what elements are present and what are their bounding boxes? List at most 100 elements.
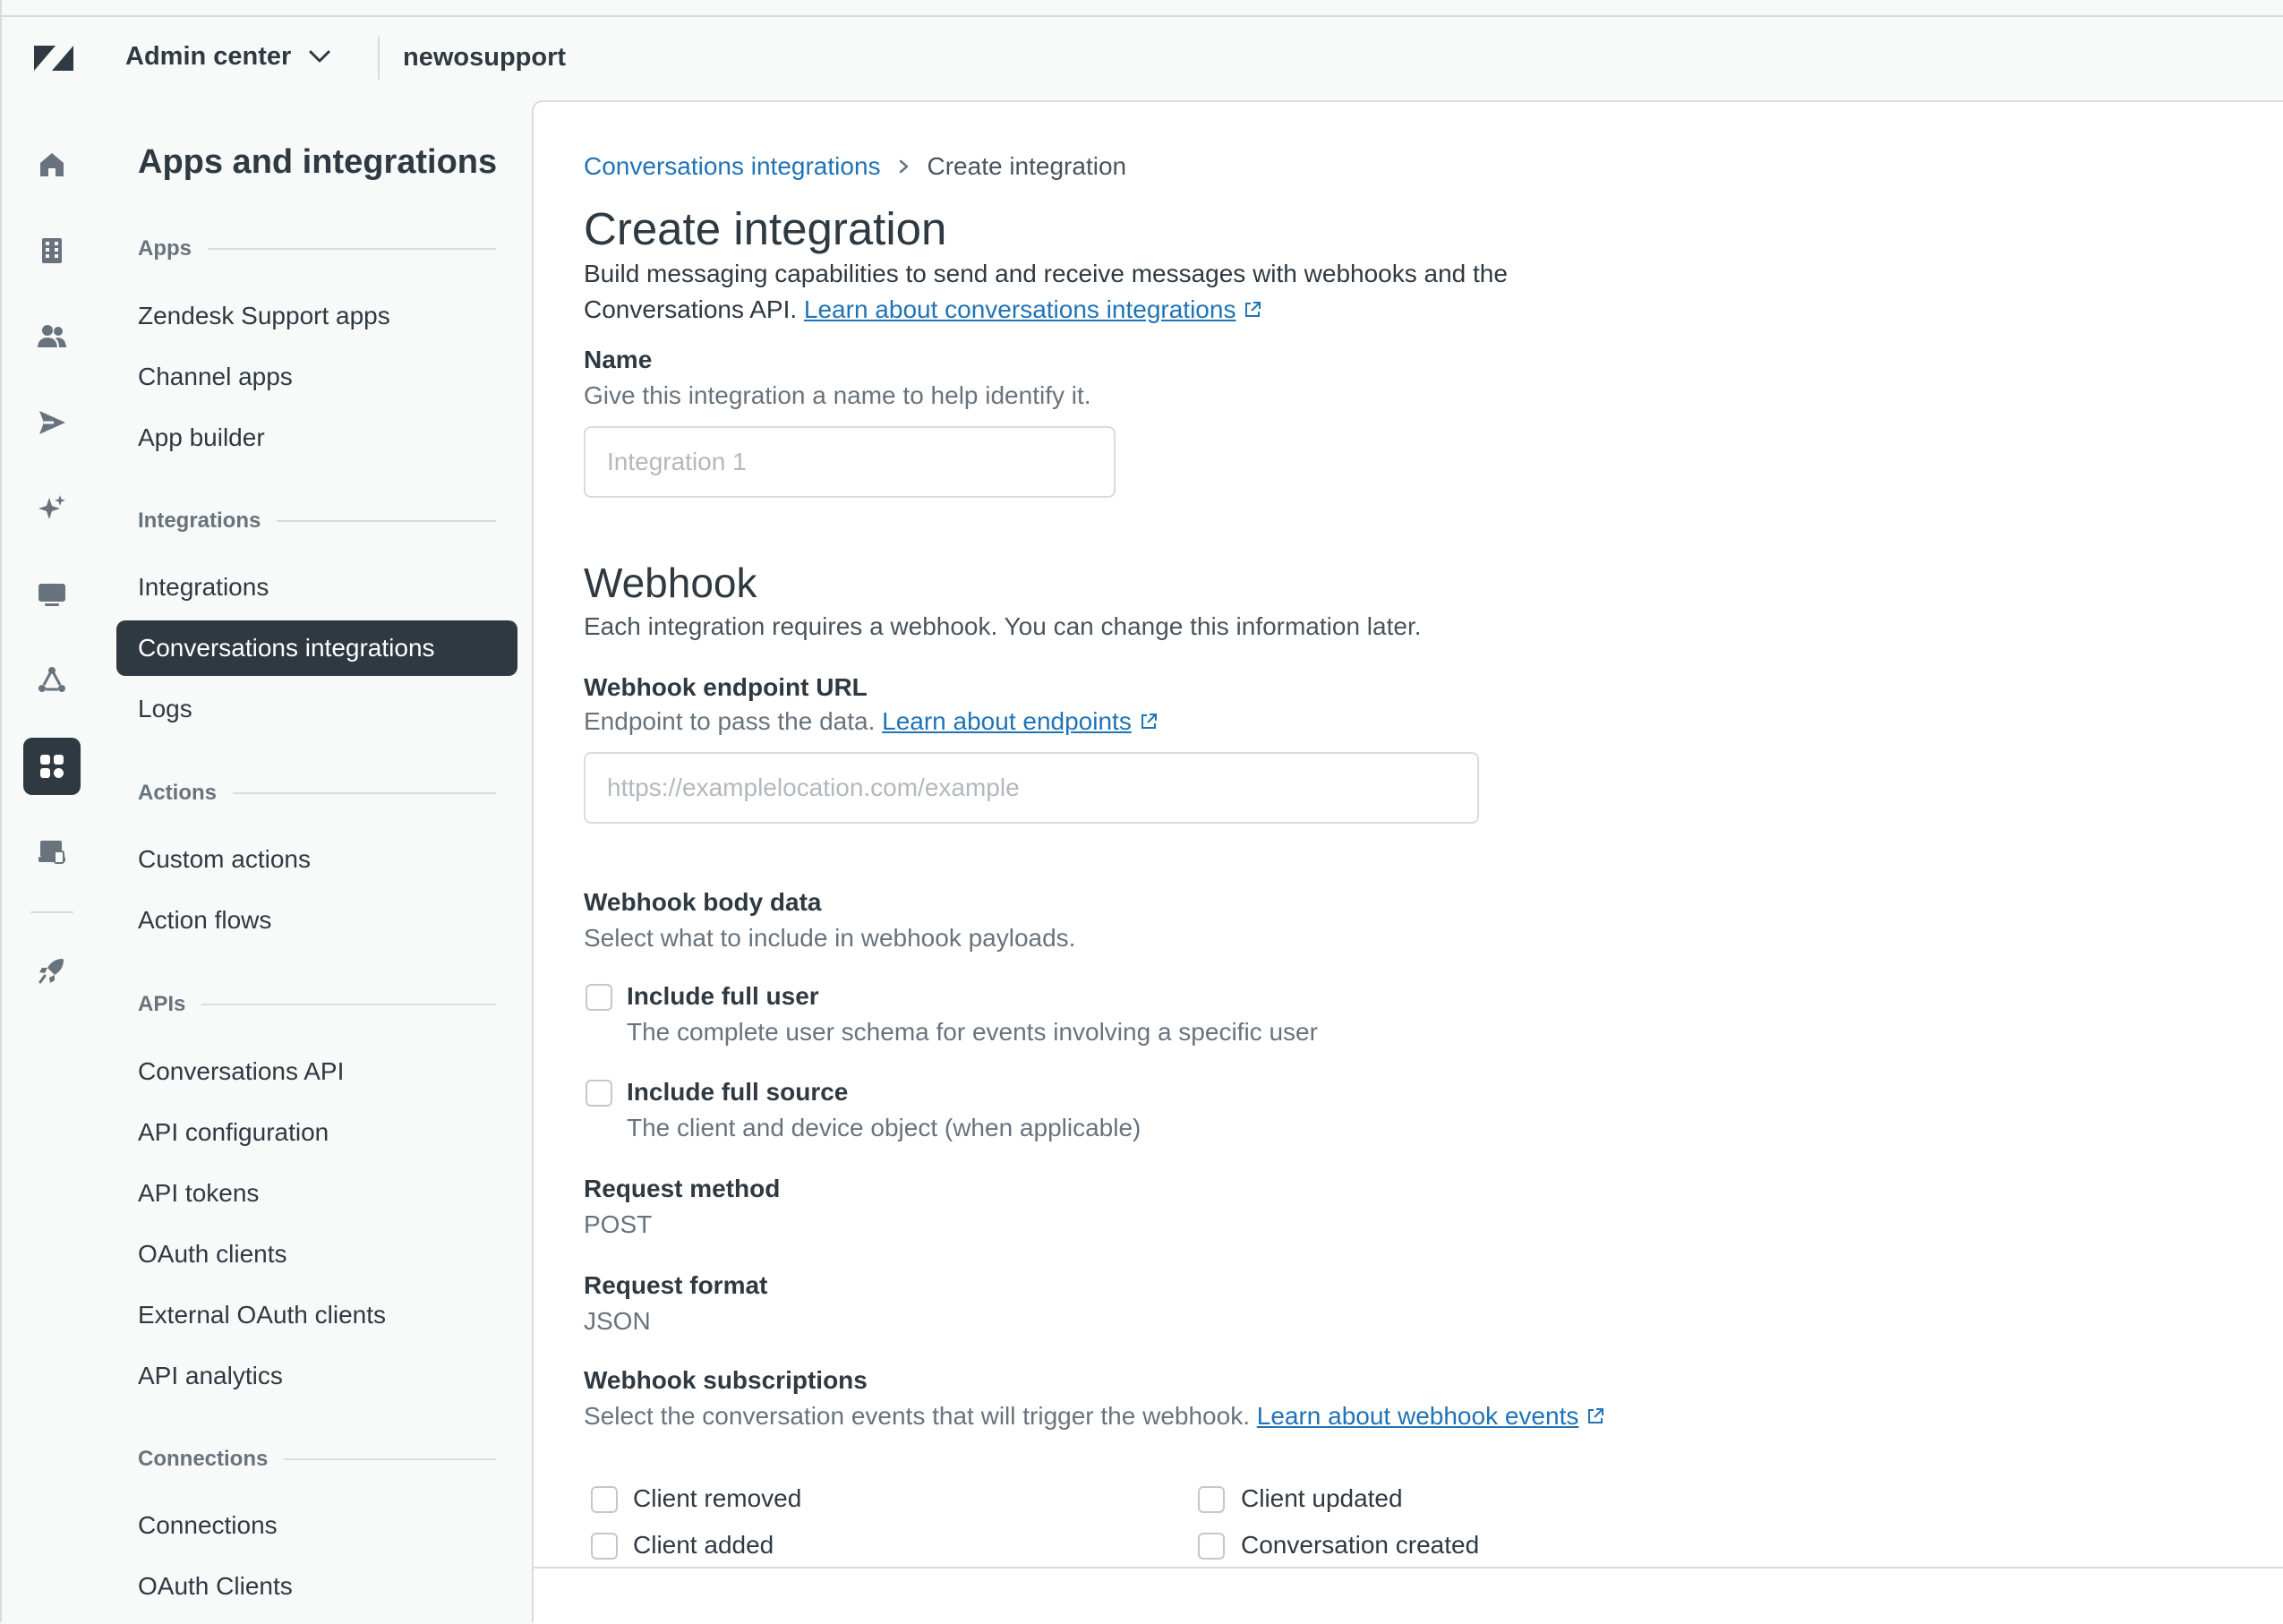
- include-full-user-checkbox[interactable]: [586, 984, 612, 1011]
- section-label: Apps: [138, 236, 192, 261]
- request-format-label: Request format: [584, 1271, 768, 1299]
- webhook-description: Each integration requires a webhook. You…: [584, 612, 1422, 640]
- chevron-right-icon: [899, 159, 908, 174]
- webhook-endpoint-hint-text: Endpoint to pass the data.: [584, 707, 876, 735]
- rail-apps-integrations[interactable]: [23, 738, 81, 795]
- section-divider: [233, 792, 496, 794]
- sidebar-item-api-configuration[interactable]: API configuration: [116, 1105, 517, 1160]
- client-removed-label[interactable]: Client removed: [633, 1484, 801, 1513]
- sidebar-item-conversations-api[interactable]: Conversations API: [116, 1044, 517, 1099]
- sparkle-icon: [38, 495, 65, 519]
- client-updated-label[interactable]: Client updated: [1241, 1484, 1403, 1513]
- sidebar-section-connections: Connections: [138, 1447, 496, 1472]
- include-full-source-checkbox[interactable]: [586, 1080, 612, 1107]
- conversation-created-label[interactable]: Conversation created: [1241, 1531, 1479, 1560]
- rail-objects[interactable]: [23, 652, 81, 709]
- monitor-icon: [38, 584, 65, 606]
- section-divider: [208, 248, 496, 250]
- sidebar-section-apis: APIs: [138, 992, 496, 1017]
- rocket-icon: [38, 959, 64, 984]
- product-switcher-label: Admin center: [125, 41, 292, 71]
- rail-account-settings[interactable]: [23, 824, 81, 881]
- sidebar-title: Apps and integrations: [138, 143, 498, 181]
- include-full-source-description: The client and device object (when appli…: [627, 1114, 1142, 1141]
- rail-ai[interactable]: [23, 480, 81, 537]
- page-description-line1: Build messaging capabilities to send and…: [584, 260, 1508, 287]
- sidebar-item-oauth-clients-connections[interactable]: OAuth Clients: [116, 1559, 517, 1614]
- name-label: Name: [584, 346, 653, 373]
- include-full-user-label[interactable]: Include full user: [627, 982, 819, 1011]
- external-link-icon: [1245, 302, 1261, 317]
- rail-getting-started[interactable]: [23, 942, 81, 999]
- sidebar-item-logs[interactable]: Logs: [116, 681, 517, 737]
- webhook-subscriptions-hint: Select the conversation events that will…: [584, 1402, 1605, 1431]
- sidebar-item-api-analytics[interactable]: API analytics: [116, 1348, 517, 1404]
- apps-integrations-icon: [40, 755, 64, 778]
- footer-action-bar: [534, 1567, 2283, 1624]
- top-header: Admin center newosupport: [2, 17, 2283, 99]
- objects-icon: [38, 667, 65, 692]
- rail-workspaces[interactable]: [23, 566, 81, 623]
- breadcrumb-current: Create integration: [927, 152, 1127, 180]
- section-divider: [284, 1458, 496, 1460]
- rail-people[interactable]: [23, 308, 81, 365]
- header-divider: [378, 37, 380, 80]
- chevron-down-icon: [309, 50, 330, 63]
- zendesk-logo-icon[interactable]: [32, 42, 75, 74]
- sidebar-item-external-oauth-clients[interactable]: External OAuth clients: [116, 1287, 517, 1343]
- section-label: APIs: [138, 992, 186, 1016]
- section-divider: [201, 1004, 496, 1005]
- webhook-endpoint-input[interactable]: [584, 752, 1479, 824]
- request-method-label: Request method: [584, 1175, 781, 1202]
- sidebar-item-integrations[interactable]: Integrations: [116, 560, 517, 615]
- people-icon: [38, 325, 66, 347]
- conversation-created-checkbox[interactable]: [1198, 1533, 1225, 1560]
- sidebar-item-api-tokens[interactable]: API tokens: [116, 1166, 517, 1221]
- page-title: Create integration: [584, 203, 947, 254]
- name-hint: Give this integration a name to help ide…: [584, 381, 1091, 409]
- client-removed-checkbox[interactable]: [591, 1486, 618, 1513]
- learn-webhook-events-link[interactable]: Learn about webhook events: [1257, 1402, 1579, 1430]
- sidebar-item-connections[interactable]: Connections: [116, 1498, 517, 1553]
- client-added-label[interactable]: Client added: [633, 1531, 774, 1560]
- rail-home[interactable]: [23, 136, 81, 193]
- external-link-icon: [1588, 1408, 1604, 1423]
- rail-channels[interactable]: [23, 394, 81, 451]
- webhook-subscriptions-label: Webhook subscriptions: [584, 1366, 868, 1394]
- page-description-line2: Conversations API.: [584, 295, 798, 323]
- webhook-endpoint-hint: Endpoint to pass the data. Learn about e…: [584, 707, 1159, 736]
- section-label: Connections: [138, 1447, 269, 1471]
- integration-name-input[interactable]: [584, 426, 1116, 498]
- breadcrumb-parent-link[interactable]: Conversations integrations: [584, 152, 881, 181]
- home-icon: [40, 153, 64, 176]
- sidebar-item-channel-apps[interactable]: Channel apps: [116, 349, 517, 405]
- sidebar-section-actions: Actions: [138, 781, 496, 806]
- send-icon: [39, 411, 65, 434]
- section-label: Integrations: [138, 509, 261, 533]
- rail-account[interactable]: [23, 222, 81, 279]
- learn-conversations-integrations-link[interactable]: Learn about conversations integrations: [804, 295, 1236, 323]
- sidebar-item-zendesk-support-apps[interactable]: Zendesk Support apps: [116, 288, 517, 344]
- sidebar-item-oauth-clients[interactable]: OAuth clients: [116, 1227, 517, 1282]
- sidebar-item-app-builder[interactable]: App builder: [116, 410, 517, 466]
- request-method-value: POST: [584, 1210, 653, 1238]
- webhook-subscriptions-hint-text: Select the conversation events that will…: [584, 1402, 1250, 1430]
- webhook-body-data-label: Webhook body data: [584, 888, 822, 916]
- product-switcher[interactable]: Admin center: [125, 40, 336, 73]
- learn-endpoints-link[interactable]: Learn about endpoints: [882, 707, 1132, 735]
- window-top-border: [0, 0, 2283, 17]
- include-full-user-description: The complete user schema for events invo…: [627, 1018, 1318, 1046]
- subdomain-label: newosupport: [403, 43, 567, 72]
- sidebar-item-action-flows[interactable]: Action flows: [116, 893, 517, 948]
- sidebar-item-custom-actions[interactable]: Custom actions: [116, 832, 517, 887]
- include-full-source-label[interactable]: Include full source: [627, 1078, 848, 1107]
- external-link-icon: [1141, 714, 1157, 729]
- webhook-section-title: Webhook: [584, 560, 757, 606]
- window-left-border: [0, 0, 2, 1622]
- sidebar-item-conversations-integrations[interactable]: Conversations integrations: [116, 620, 517, 676]
- breadcrumb: Conversations integrations Create integr…: [584, 152, 1126, 181]
- request-format-value: JSON: [584, 1307, 651, 1335]
- client-updated-checkbox[interactable]: [1198, 1486, 1225, 1513]
- client-added-checkbox[interactable]: [591, 1533, 618, 1560]
- section-divider: [277, 520, 496, 522]
